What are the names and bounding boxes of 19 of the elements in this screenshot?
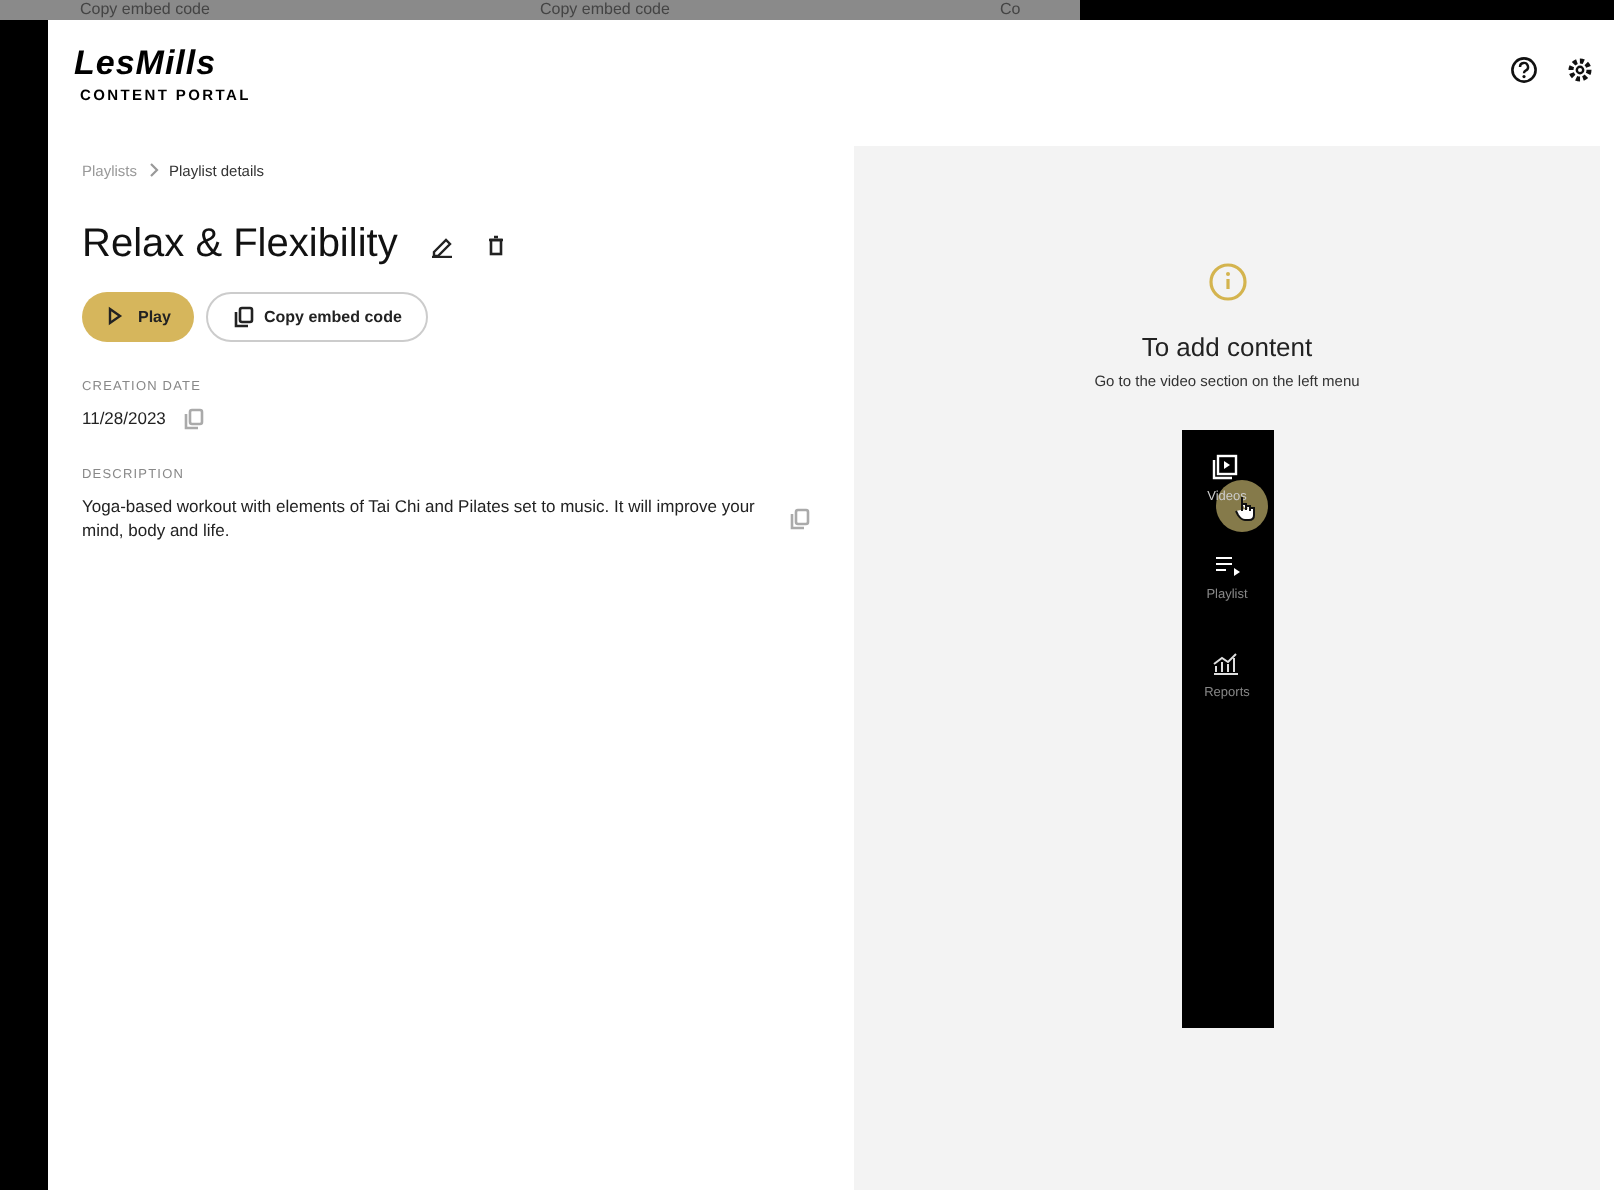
play-button[interactable]: Play (82, 292, 194, 342)
videos-icon (1212, 454, 1241, 480)
playlist-title: Relax & Flexibility (82, 222, 398, 268)
logo[interactable]: LesMills (74, 45, 251, 79)
trash-icon[interactable] (485, 233, 506, 257)
faded-button-text: Copy embed code (538, 0, 672, 20)
field-value: 11/28/2023 (82, 406, 166, 430)
copy-embed-code-button[interactable]: Copy embed code (206, 292, 428, 342)
faded-button-text: Copy embed code (78, 0, 212, 20)
field-value: Yoga-based workout with elements of Tai Chi and Pilates set to music. It will improve your mind, body and life. (82, 494, 757, 542)
hint-title: To add content (1141, 332, 1313, 362)
reports-icon (1212, 650, 1241, 676)
settings-icon[interactable] (1566, 56, 1594, 84)
chevron-right-icon (147, 162, 160, 178)
faded-button-text: Co (998, 0, 1023, 20)
edit-icon[interactable] (429, 233, 454, 257)
playlist-icon (1213, 552, 1241, 578)
copy-icon (232, 306, 254, 328)
help-icon[interactable] (1510, 56, 1538, 84)
